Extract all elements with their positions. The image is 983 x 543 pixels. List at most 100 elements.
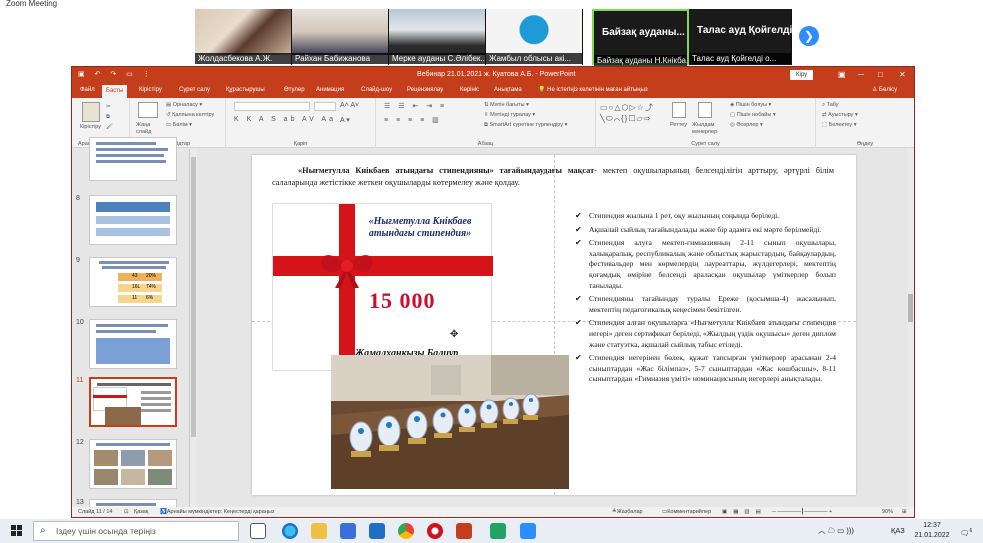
tab-animations[interactable]: Анимация — [312, 83, 348, 98]
section-button[interactable]: ▭ Бөлім ▾ — [166, 122, 192, 128]
find-button[interactable]: ⌕ Табу — [822, 102, 839, 109]
zoom-icon[interactable] — [520, 523, 536, 539]
sign-in-button[interactable]: Кіру — [790, 70, 814, 80]
opera-icon[interactable] — [427, 523, 443, 539]
video-tile-1[interactable]: Жолдасбекова А.Ж. — [195, 9, 292, 65]
format-painter-icon[interactable]: 🖌 — [106, 124, 113, 130]
slide-thumbnail-12[interactable] — [89, 439, 177, 489]
arrange-icon[interactable] — [672, 102, 686, 118]
accessibility-status[interactable]: ♿ Арнайы мүмкіндіктер: Кеңестерді қараңы… — [160, 507, 274, 517]
awards-photo[interactable] — [331, 355, 569, 489]
layout-button[interactable]: ▤ Орналасу ▾ — [166, 102, 202, 108]
tab-file[interactable]: Файл — [76, 83, 99, 98]
language-indicator[interactable]: ҚАЗ — [891, 519, 905, 543]
excel-icon[interactable] — [490, 523, 506, 539]
slide-scrollbar[interactable] — [907, 149, 914, 507]
maximize-icon[interactable]: □ — [878, 67, 883, 83]
tab-view[interactable]: Көрініс — [456, 83, 483, 98]
tab-slideshow[interactable]: Слайд-шоу — [357, 83, 396, 98]
comments-button[interactable]: ▭ Комментарийлер — [662, 507, 711, 517]
certificate-image[interactable]: «Нығметулла Кнікбаев атындағы стипендия»… — [272, 203, 493, 372]
taskbar-search-box[interactable]: ⌕ Іздеу үшін осында теріңіз — [33, 521, 239, 541]
edge-icon[interactable] — [282, 523, 298, 539]
shapes-gallery[interactable]: ▭○△⬡▷☆⤴ — [600, 102, 654, 113]
next-page-button[interactable]: ❯ — [799, 26, 819, 46]
cut-icon[interactable]: ✂ — [106, 104, 111, 110]
slide-thumbnail-10[interactable] — [89, 319, 177, 369]
file-explorer-icon[interactable] — [311, 523, 327, 539]
grow-font-icon[interactable]: A˄ A˅ — [340, 102, 359, 109]
slide-thumbnail-11-selected[interactable] — [89, 377, 177, 427]
system-clock[interactable]: 12:37 21.01.2022 — [912, 521, 952, 541]
tab-insert[interactable]: Кірістіру — [135, 83, 166, 98]
stipend-rules-list[interactable]: ✔ Стипендия жылына 1 рет, оқу жылының соң… — [574, 211, 836, 388]
slide-thumbnail-9[interactable]: 43 20% 16L 74% 11 6% — [89, 257, 177, 307]
spellcheck-icon[interactable]: ⊡ — [124, 507, 129, 517]
scroll-thumb[interactable] — [908, 294, 913, 322]
paste-icon[interactable] — [82, 102, 100, 122]
arrange-label[interactable]: Реттеу — [670, 122, 687, 128]
video-tile-4[interactable]: Жамбыл облысы акі... — [486, 9, 583, 65]
shape-outline-button[interactable]: ▢ Пішін нобайы ▾ — [730, 112, 776, 118]
replace-button[interactable]: ⇄ Ауыстыру ▾ — [822, 112, 858, 118]
quick-access-toolbar[interactable]: ▣ ↶ ↷ ▭ ⋮ — [78, 67, 154, 83]
close-icon[interactable]: ✕ — [899, 67, 906, 83]
current-slide[interactable]: «Нығметулла Кнікбаев атындағы стипендиян… — [252, 155, 856, 495]
tab-review[interactable]: Рецензиялау — [403, 83, 447, 98]
powerpoint-icon[interactable] — [456, 523, 472, 539]
reset-button[interactable]: ↺ Қалпына келтіру — [166, 112, 214, 118]
video-tile-2[interactable]: Райхан Бабижанова — [292, 9, 389, 65]
tab-help[interactable]: Анықтама — [490, 83, 526, 98]
tab-transitions[interactable]: Өтулер — [280, 83, 309, 98]
share-button[interactable]: ♙ Бөлісу — [872, 83, 897, 98]
shapes-gallery-row2[interactable]: ╲⬭⌒{}☐▱⇨ — [600, 114, 651, 124]
slide-canvas[interactable]: «Нығметулла Кнікбаев атындағы стипендиян… — [197, 149, 907, 507]
font-style-buttons[interactable]: K K A S ab AV Aa — [234, 116, 336, 123]
align-text-button[interactable]: ⇳ Мәтінді туралау ▾ — [484, 112, 535, 118]
notes-button[interactable]: ≜ Жазбалар — [612, 507, 643, 517]
quick-styles-icon[interactable] — [698, 102, 712, 118]
copy-icon[interactable]: ⧉ — [106, 114, 110, 121]
quick-styles-label[interactable]: Жылдам мәнерлер — [692, 122, 722, 136]
tell-me-search[interactable]: 💡 Не істегіңіз келетінін маған айтыңыз — [538, 83, 648, 98]
list-buttons[interactable]: ☰ ☰ ⇤ ⇥ ≡ — [384, 102, 447, 110]
select-button[interactable]: ⬚ Белектеу ▾ — [822, 122, 856, 128]
shape-fill-button[interactable]: ◈ Пішін бояуы ▾ — [730, 102, 771, 108]
paste-label[interactable]: Кірістіру — [80, 124, 101, 130]
zoom-level[interactable]: 90% — [882, 507, 893, 517]
slide-thumbnail-7[interactable] — [89, 137, 177, 181]
notification-icon[interactable]: 🗨6 — [960, 519, 972, 543]
tab-draw[interactable]: Сурет салу — [175, 83, 214, 98]
language-indicator[interactable]: Қазақ — [134, 507, 148, 517]
zoom-slider[interactable]: ─ ──────┃────── + — [772, 507, 832, 517]
font-size-box[interactable] — [314, 102, 336, 111]
view-buttons[interactable]: ▣▦▥▤ — [722, 507, 767, 517]
text-direction-button[interactable]: ⇅ Мәтін бағыты ▾ — [484, 102, 529, 108]
new-slide-icon[interactable] — [138, 102, 158, 118]
font-name-box[interactable] — [234, 102, 310, 111]
fit-slide-icon[interactable]: ⊞ — [902, 507, 907, 517]
slide-thumbnails-pane[interactable]: 8 9 43 20% 16L 74% 11 6% 10 11 12 13 — [72, 137, 190, 509]
tab-design[interactable]: Құрастырушы — [222, 83, 269, 98]
shape-effects-button[interactable]: ◎ Әсерлер ▾ — [730, 122, 763, 128]
tab-home[interactable]: Басты — [102, 85, 128, 98]
tray-icons[interactable]: ︿ ☁ ▭ ))) — [818, 519, 854, 543]
slide-thumbnail-8[interactable] — [89, 195, 177, 245]
scroll-thumb[interactable] — [191, 157, 196, 437]
video-tile-3[interactable]: Мерке ауданы С.Әлібек... — [389, 9, 486, 65]
thumbnails-scrollbar[interactable] — [190, 149, 197, 507]
ribbon-display-icon[interactable]: ▣ — [838, 67, 846, 83]
store-icon[interactable] — [340, 523, 356, 539]
minimize-icon[interactable]: ─ — [858, 67, 864, 83]
video-tile-5[interactable]: Байзақ ауданы... Байзақ ауданы Н.Кнікба.… — [592, 9, 689, 66]
task-view-icon[interactable] — [250, 523, 266, 539]
windows-start-icon[interactable] — [11, 525, 23, 537]
align-buttons[interactable]: ≡ ≡ ≡ ≡ ▥ — [384, 116, 442, 124]
slide-heading[interactable]: «Нығметулла Кнікбаев атындағы стипендиян… — [272, 165, 834, 189]
mail-icon[interactable] — [369, 523, 385, 539]
font-color-icon[interactable]: A ▾ — [340, 116, 350, 124]
chrome-icon[interactable] — [398, 523, 414, 539]
new-slide-label[interactable]: Жаңа слайд — [136, 122, 160, 136]
smartart-button[interactable]: ⧉ SmartArt суретіне түрлендіру ▾ — [484, 122, 567, 129]
video-tile-6[interactable]: Талас ауд Қойгелді... Талас ауд Қойгелді… — [689, 9, 801, 65]
